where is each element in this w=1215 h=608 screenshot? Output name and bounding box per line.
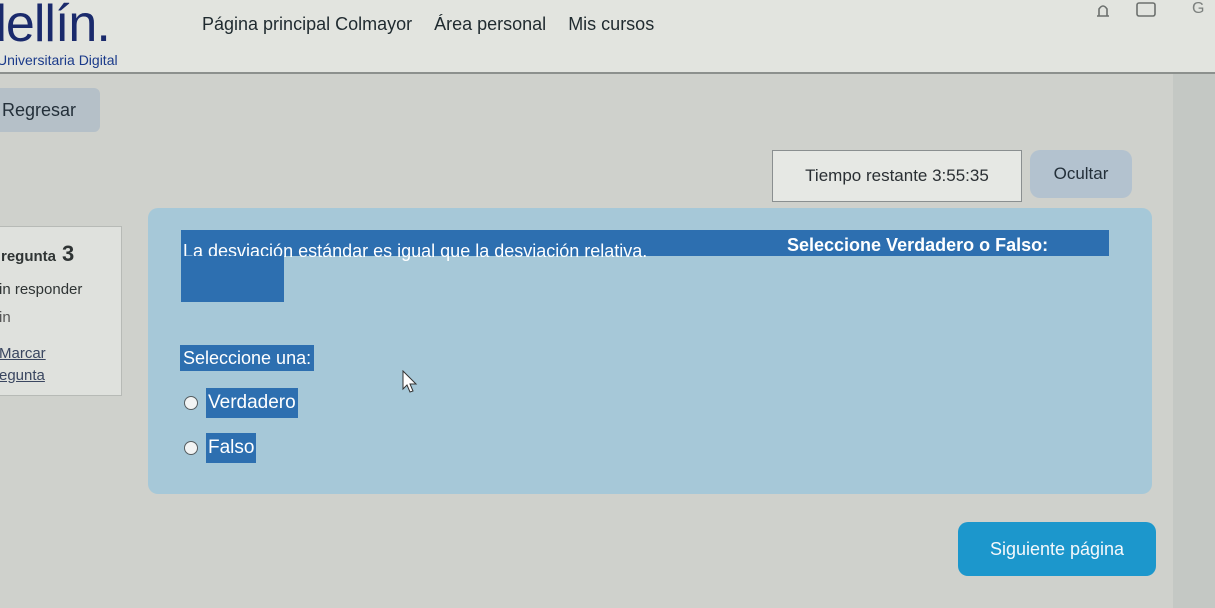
- mouse-cursor-icon: [402, 369, 418, 399]
- flag-line-1: Marcar: [0, 345, 46, 362]
- radio-true[interactable]: [184, 396, 198, 410]
- question-info-panel: regunta 3 in responder in Marcar egunta: [0, 226, 122, 396]
- question-text-row: La desviación estándar es igual que la d…: [181, 230, 1109, 261]
- header-icons: [1092, 0, 1158, 22]
- question-number: 3: [62, 241, 75, 266]
- question-label: regunta 3: [1, 241, 74, 267]
- main-nav: Página principal Colmayor Área personal …: [202, 14, 654, 35]
- next-page-button[interactable]: Siguiente página: [958, 522, 1156, 576]
- logo-subtitle: Universitaria Digital: [0, 52, 118, 68]
- option-true[interactable]: Verdadero: [184, 388, 298, 418]
- site-logo[interactable]: dellín.: [0, 0, 111, 54]
- chat-icon[interactable]: [1134, 0, 1158, 22]
- hide-timer-button[interactable]: Ocultar: [1030, 150, 1132, 198]
- option-true-label[interactable]: Verdadero: [206, 388, 298, 418]
- flag-question-link[interactable]: Marcar egunta: [0, 343, 46, 387]
- user-menu[interactable]: G: [1192, 0, 1204, 18]
- top-header: dellín. Universitaria Digital Página pri…: [0, 0, 1215, 74]
- page-edge: [1173, 74, 1215, 608]
- option-false-label[interactable]: Falso: [206, 433, 257, 463]
- question-label-text: regunta: [1, 248, 57, 265]
- question-instruction: Seleccione Verdadero o Falso:: [787, 235, 1049, 255]
- bell-icon[interactable]: [1092, 0, 1114, 22]
- selection-highlight: [181, 256, 284, 302]
- flag-line-2: egunta: [0, 367, 45, 384]
- radio-false[interactable]: [184, 441, 198, 455]
- select-one-prompt: Seleccione una:: [180, 345, 315, 371]
- nav-my-courses[interactable]: Mis cursos: [568, 14, 654, 35]
- question-status: in responder: [0, 281, 83, 298]
- option-false[interactable]: Falso: [184, 433, 257, 463]
- back-button[interactable]: Regresar: [0, 88, 100, 132]
- nav-personal-area[interactable]: Área personal: [434, 14, 546, 35]
- time-remaining: Tiempo restante 3:55:35: [772, 150, 1022, 202]
- question-points: in: [0, 309, 11, 326]
- nav-home[interactable]: Página principal Colmayor: [202, 14, 412, 35]
